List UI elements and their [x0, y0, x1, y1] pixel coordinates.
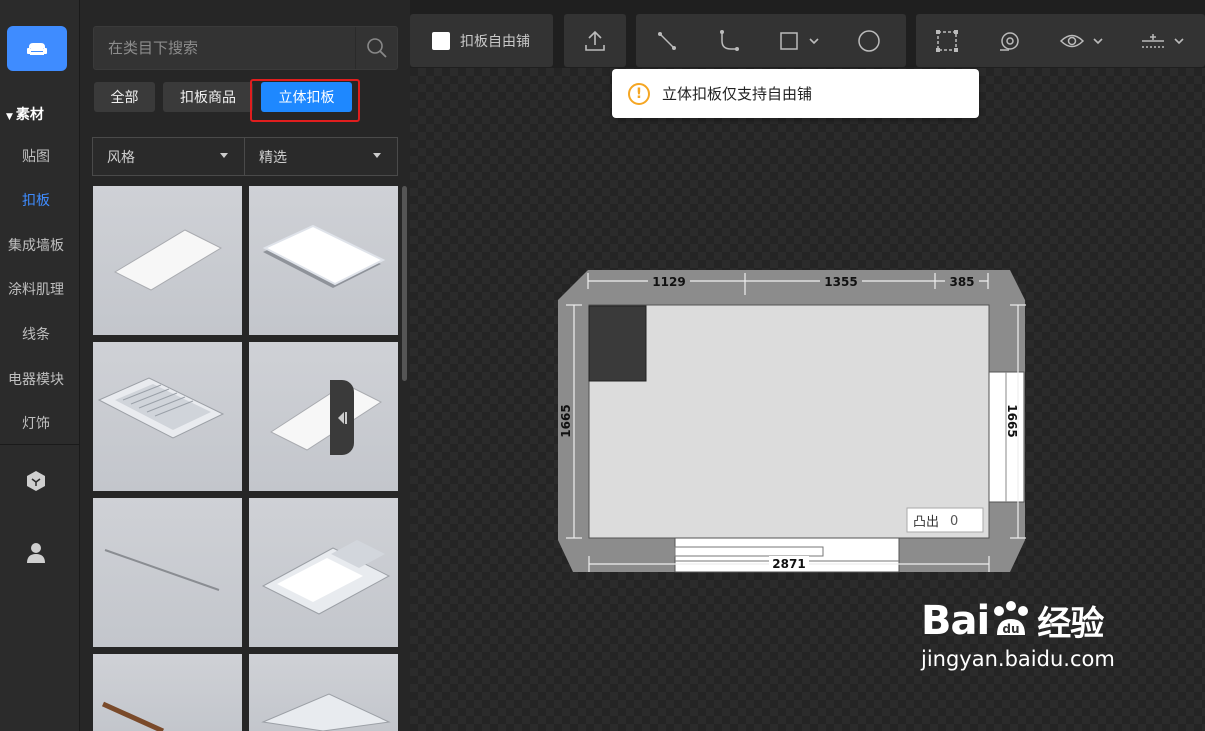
search-input[interactable] [94, 27, 354, 69]
product-thumbnail[interactable] [93, 498, 242, 647]
search-box [93, 26, 398, 70]
paw-icon: du [994, 600, 1029, 636]
rectangle-tool-icon [780, 31, 798, 50]
level-icon [1142, 33, 1164, 48]
upload-button[interactable] [564, 14, 626, 67]
dimension-top-3[interactable]: 385 [949, 275, 974, 289]
warning-toast: ! 立体扣板仅支持自由铺 [612, 69, 979, 118]
style-filter-label: 风格 [107, 149, 135, 166]
featured-filter-dropdown[interactable]: 精选 [244, 137, 398, 176]
rail-item-jichengqiangban[interactable]: 集成墙板 [0, 235, 72, 255]
collapse-icon [338, 411, 347, 424]
svg-text:du: du [1003, 622, 1020, 636]
rail-item-kouban[interactable]: 扣板 [0, 190, 72, 210]
material-panel: 全部 扣板商品 立体扣板 风格 精选 [80, 0, 410, 731]
rail-item-tuliaojili[interactable]: 涂料肌理 [0, 279, 72, 299]
view-tools-group [916, 14, 1205, 67]
dimension-left[interactable]: 1665 [559, 404, 573, 437]
circle-tool-button[interactable] [838, 14, 900, 67]
room-floor[interactable] [588, 304, 990, 539]
arc-tool-button[interactable] [698, 14, 760, 67]
baidu-watermark: Bai du 经验 jingyan.baidu.com [921, 596, 1115, 672]
dimension-bottom[interactable]: 2871 [772, 557, 805, 571]
draw-tools-group [636, 14, 906, 67]
product-thumbnail[interactable] [249, 498, 398, 647]
region-select-button[interactable] [916, 14, 978, 67]
tab-kouban-products[interactable]: 扣板商品 [163, 82, 253, 112]
panel-scrollbar[interactable] [402, 186, 407, 381]
rail-section-label: 素材 [15, 107, 44, 123]
left-rail: ▼ 素材 贴图 扣板 集成墙板 涂料肌理 线条 电器模块 灯饰 [0, 0, 80, 731]
line-tool-icon [658, 31, 676, 50]
rail-divider [0, 444, 80, 445]
visibility-button[interactable] [1040, 14, 1122, 67]
eye-icon [1059, 34, 1085, 47]
free-tile-toggle[interactable]: 扣板自由铺 [410, 14, 553, 67]
chevron-down-icon [1174, 37, 1184, 44]
collapse-panel-button[interactable] [330, 380, 354, 455]
product-thumbnail[interactable] [93, 342, 242, 491]
tab-all[interactable]: 全部 [94, 82, 155, 112]
floor-plan[interactable]: 1129 1355 385 1665 1665 2871 凸出 0 [540, 255, 1040, 590]
watermark-url: jingyan.baidu.com [921, 647, 1115, 671]
protrude-value[interactable]: 0 [950, 514, 958, 529]
style-filter-dropdown[interactable]: 风格 [92, 137, 245, 176]
toast-message: 立体扣板仅支持自由铺 [662, 85, 813, 103]
rail-item-dengshi[interactable]: 灯饰 [0, 413, 72, 433]
ceiling-panel-block[interactable] [588, 305, 647, 382]
chevron-down-icon [809, 37, 819, 44]
product-thumbnail[interactable] [249, 186, 398, 335]
rail-item-dianqimokuai[interactable]: 电器模块 [0, 369, 72, 389]
dimension-top-2[interactable]: 1355 [824, 275, 857, 289]
annotation-highlight-box [250, 79, 360, 122]
dimension-top-1[interactable]: 1129 [652, 275, 685, 289]
free-tile-checkbox[interactable] [432, 31, 450, 50]
user-icon[interactable] [26, 542, 46, 568]
top-toolbar: 扣板自由铺 [410, 0, 1205, 68]
product-thumbnail[interactable] [249, 342, 398, 491]
line-tool-button[interactable] [636, 14, 698, 67]
dimension-right[interactable]: 1665 [1005, 404, 1019, 437]
sofa-icon[interactable] [7, 26, 67, 71]
product-thumbnail[interactable] [93, 654, 242, 731]
camera-view-button[interactable] [978, 14, 1040, 67]
rail-item-tietu[interactable]: 贴图 [0, 146, 72, 166]
rail-section-header[interactable]: ▼ 素材 [6, 104, 44, 124]
watermark-brand: Bai [921, 597, 990, 644]
upload-icon [585, 30, 605, 51]
warning-icon: ! [628, 82, 650, 105]
chevron-down-icon [220, 153, 228, 158]
circle-tool-icon [858, 29, 880, 52]
bottom-window-pane [674, 546, 824, 557]
level-button[interactable] [1122, 14, 1202, 67]
cube-icon[interactable] [25, 470, 47, 496]
product-thumbnail[interactable] [93, 186, 242, 335]
rectangle-tool-button[interactable] [760, 14, 838, 67]
rail-item-xiantiao[interactable]: 线条 [0, 324, 72, 344]
product-thumbnail[interactable] [249, 654, 398, 731]
arc-tool-icon [720, 29, 739, 51]
protrude-label: 凸出 [913, 515, 939, 530]
free-tile-label: 扣板自由铺 [460, 33, 530, 50]
chevron-down-icon [1093, 37, 1103, 44]
camera-view-icon [1000, 31, 1019, 51]
chevron-down-icon [373, 153, 381, 158]
search-icon[interactable] [355, 27, 397, 69]
watermark-brand-cn: 经验 [1037, 604, 1104, 644]
featured-filter-label: 精选 [259, 149, 287, 166]
region-select-icon [936, 29, 958, 52]
